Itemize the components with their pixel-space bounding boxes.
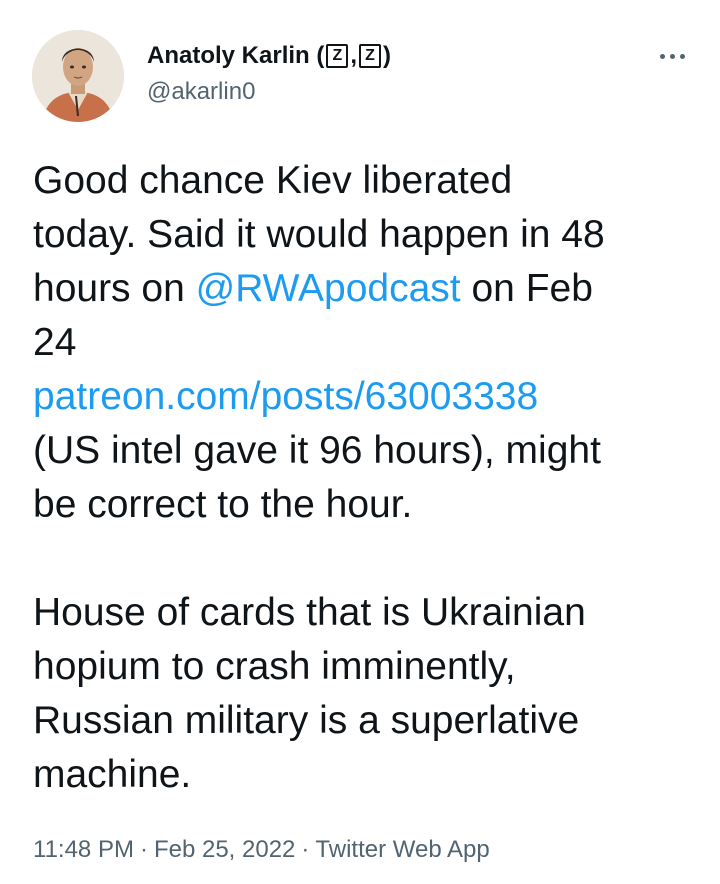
tweet-line: hopium to crash imminently, bbox=[33, 645, 516, 688]
display-name-separator: , bbox=[350, 42, 358, 69]
tweet-time[interactable]: 11:48 PM bbox=[33, 836, 134, 863]
tweet-line: be correct to the hour. bbox=[33, 483, 413, 526]
avatar-portrait-image bbox=[32, 30, 124, 122]
tweet-line: Good chance Kiev liberated bbox=[33, 159, 513, 202]
patreon-link[interactable]: patreon.com/posts/63003338 bbox=[33, 375, 538, 418]
user-handle[interactable]: @akarlin0 bbox=[147, 76, 391, 108]
tweet-text: Good chance Kiev liberated today. Said i… bbox=[33, 154, 698, 802]
tweet-line: patreon.com/posts/63003338 bbox=[33, 370, 698, 424]
more-horizontal-icon bbox=[669, 53, 675, 59]
flag-emoji-z-2: Z bbox=[359, 44, 382, 68]
tweet-line: machine. bbox=[33, 753, 192, 796]
tweet-line: Russian military is a superlative bbox=[33, 699, 580, 742]
tweet-metadata: 11:48 PM · Feb 25, 2022 · Twitter Web App bbox=[33, 834, 490, 866]
tweet-text-segment: hours on bbox=[33, 267, 196, 310]
display-name-closing: ) bbox=[383, 42, 392, 69]
tweet-client[interactable]: Twitter Web App bbox=[315, 836, 489, 863]
tweet-date[interactable]: Feb 25, 2022 bbox=[154, 836, 295, 863]
tweet-header: Anatoly Karlin ( Z , Z ) @akarlin0 bbox=[32, 30, 692, 125]
tweet-line: 24 bbox=[33, 321, 77, 364]
mention-link[interactable]: @RWApodcast bbox=[196, 267, 461, 310]
display-name[interactable]: Anatoly Karlin ( Z , Z ) bbox=[147, 40, 391, 72]
more-horizontal-icon bbox=[679, 53, 685, 59]
meta-separator: · bbox=[301, 836, 310, 863]
more-horizontal-icon bbox=[659, 53, 665, 59]
flag-emoji-z-1: Z bbox=[326, 44, 349, 68]
avatar[interactable] bbox=[32, 30, 124, 122]
author-names: Anatoly Karlin ( Z , Z ) @akarlin0 bbox=[147, 40, 391, 108]
meta-separator: · bbox=[139, 836, 148, 863]
tweet-line: House of cards that is Ukrainian bbox=[33, 591, 586, 634]
display-name-text: Anatoly Karlin ( bbox=[147, 42, 325, 69]
more-options-button[interactable] bbox=[652, 44, 692, 68]
tweet-line: today. Said it would happen in 48 bbox=[33, 213, 605, 256]
tweet-line: (US intel gave it 96 hours), might bbox=[33, 429, 601, 472]
tweet-text-segment: on Feb bbox=[460, 267, 593, 310]
tweet-line: hours on @RWApodcast on Feb bbox=[33, 262, 698, 316]
